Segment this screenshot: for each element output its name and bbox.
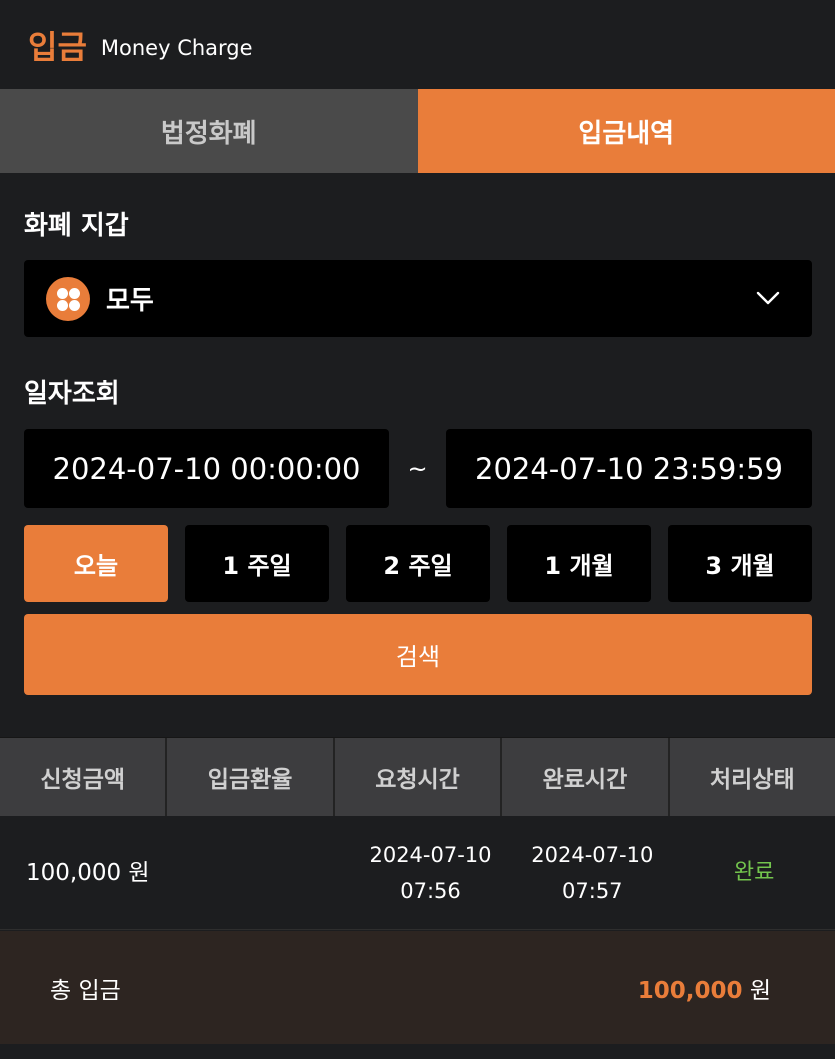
cell-request-time: 2024-07-10 07:56 — [350, 816, 512, 929]
page-title: 입금 — [28, 27, 87, 66]
wallet-label: 화폐 지갑 — [24, 211, 129, 241]
amount-value: 100,000 원 — [26, 859, 150, 886]
complete-time: 07:57 — [562, 878, 623, 903]
wallet-selected-value: 모두 — [106, 286, 154, 316]
cell-rate — [188, 816, 350, 929]
range-1week-button[interactable]: 1 주일 — [185, 525, 329, 602]
range-today-button[interactable]: 오늘 — [24, 525, 168, 602]
range-2week-button[interactable]: 2 주일 — [346, 525, 490, 602]
search-button[interactable]: 검색 — [24, 614, 812, 695]
chevron-down-icon — [756, 291, 780, 305]
complete-date: 2024-07-10 — [531, 842, 654, 867]
tab-deposit-history[interactable]: 입금내역 — [417, 89, 835, 173]
status-badge: 완료 — [733, 859, 775, 885]
total-label: 총 입금 — [50, 977, 121, 1004]
table-header: 신청금액 입금환율 요청시간 완료시간 처리상태 — [0, 737, 835, 816]
column-header-request-time: 요청시간 — [335, 738, 503, 816]
range-1month-button[interactable]: 1 개월 — [507, 525, 651, 602]
total-value: 100,000 — [637, 977, 743, 1004]
column-header-amount: 신청금액 — [0, 738, 168, 816]
tab-fiat[interactable]: 법정화폐 — [0, 89, 418, 173]
cell-amount: 100,000 원 — [0, 816, 188, 929]
range-3month-button[interactable]: 3 개월 — [668, 525, 812, 602]
column-header-status: 처리상태 — [710, 767, 795, 793]
start-date-field[interactable]: 2024-07-10 00:00:00 — [24, 429, 389, 508]
request-date: 2024-07-10 — [369, 842, 492, 867]
column-header-complete-time: 완료시간 — [502, 738, 670, 816]
date-separator: ~ — [407, 454, 428, 483]
wallet-select[interactable]: 모두 — [24, 260, 812, 337]
tab-bar: 법정화폐 입금내역 — [0, 89, 835, 173]
column-header-rate: 입금환율 — [167, 738, 335, 816]
end-date-field[interactable]: 2024-07-10 23:59:59 — [446, 429, 812, 508]
date-query-label: 일자조회 — [24, 379, 120, 409]
page-subtitle: Money Charge — [100, 35, 253, 60]
cell-complete-time: 2024-07-10 07:57 — [511, 816, 673, 929]
coin-grid-icon — [46, 276, 90, 321]
cell-status: 완료 — [673, 816, 835, 929]
table-row: 100,000 원 2024-07-10 07:56 2024-07-10 07… — [0, 816, 835, 930]
total-summary: 총 입금 100,000 원 — [0, 931, 835, 1044]
page-header: 입금 Money Charge — [0, 0, 835, 89]
total-value-wrap: 100,000 원 — [638, 971, 771, 1005]
total-unit: 원 — [749, 977, 771, 1004]
request-time: 07:56 — [400, 878, 461, 903]
